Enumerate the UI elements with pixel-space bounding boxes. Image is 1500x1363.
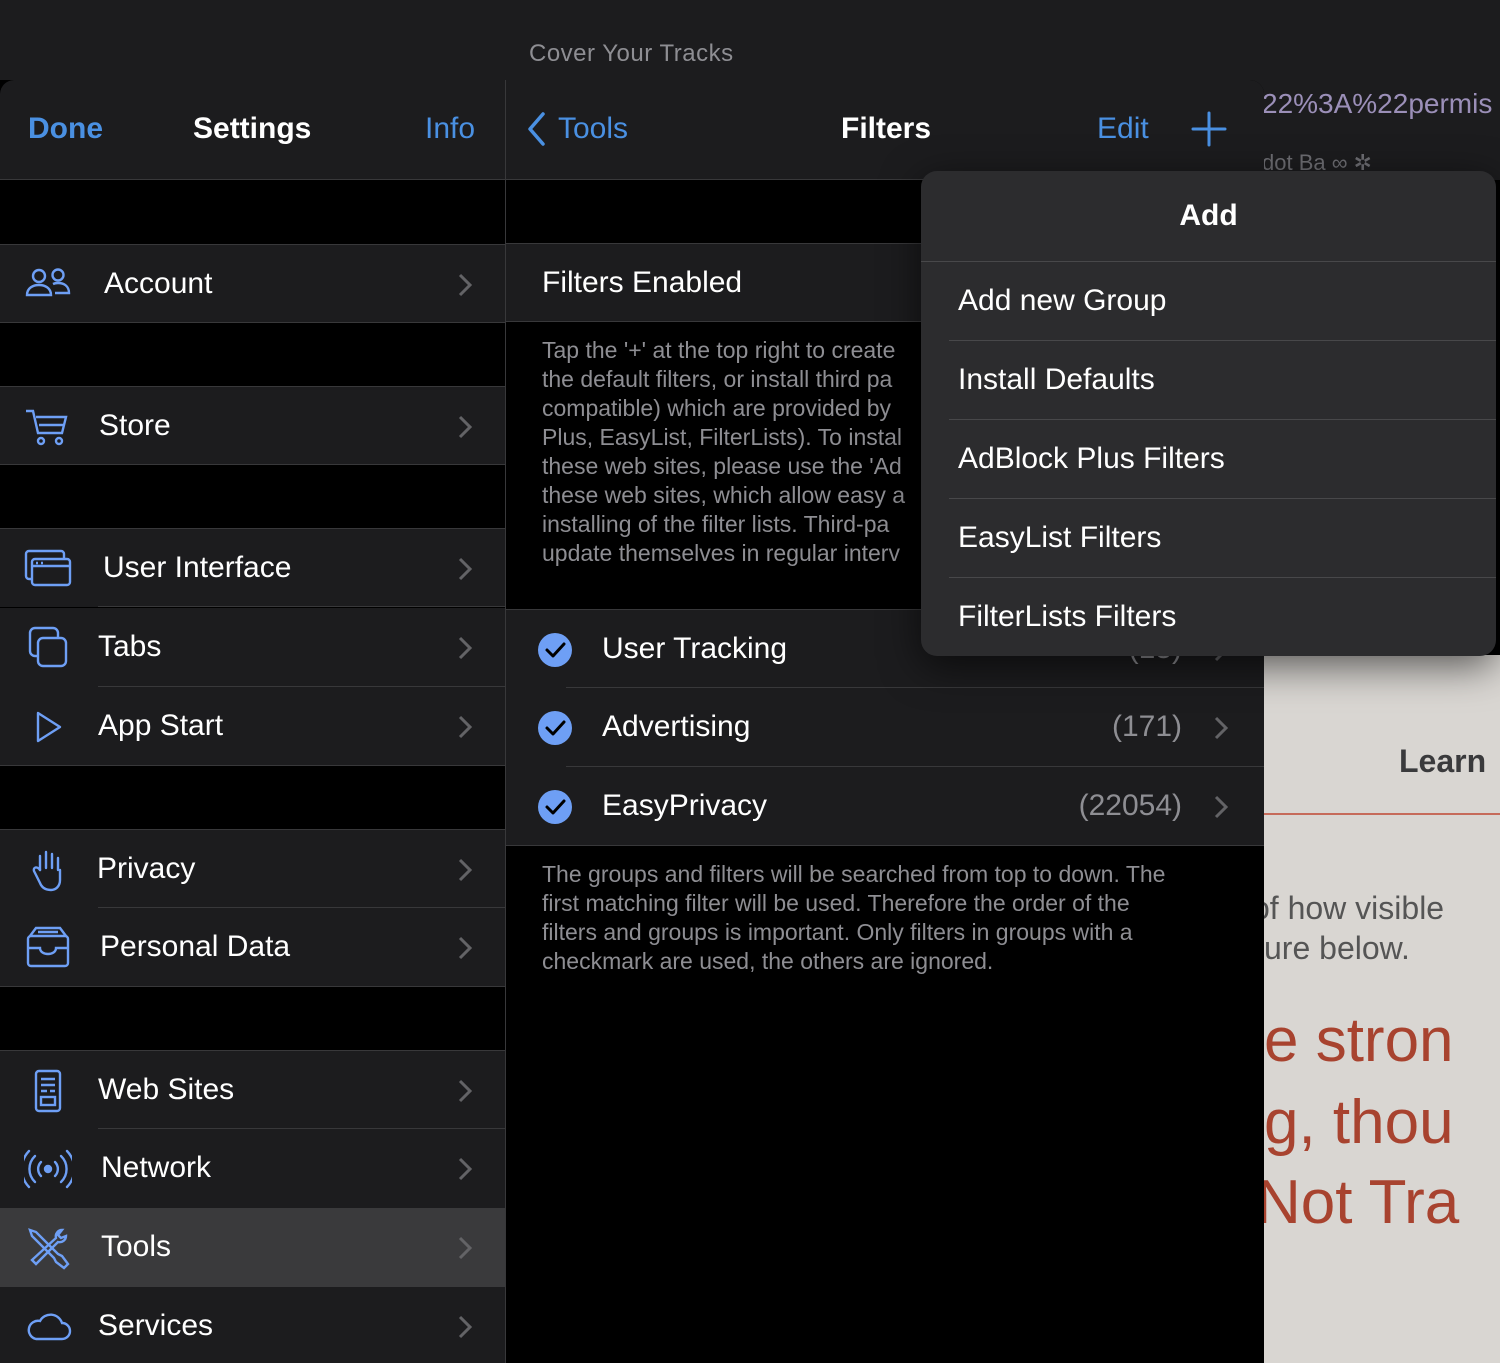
chevron-right-icon <box>458 273 473 297</box>
chevron-right-icon <box>1214 716 1229 740</box>
web-divider <box>1264 813 1500 815</box>
settings-title: Settings <box>193 112 312 145</box>
back-button[interactable]: Tools <box>526 110 628 148</box>
add-menu-header: Add <box>921 171 1496 262</box>
settings-item-label: Store <box>99 409 171 442</box>
row-separator <box>98 606 505 607</box>
filters-title: Filters <box>841 112 932 145</box>
browser-top-bar: Cover Your Tracks <box>0 0 1500 80</box>
settings-item-label: Web Sites <box>98 1073 235 1106</box>
hand-icon <box>32 850 62 892</box>
cart-icon <box>26 409 68 446</box>
settings-item-tabs[interactable]: Tabs <box>0 608 505 687</box>
filters-enabled-label: Filters Enabled <box>542 266 743 299</box>
url-text: 22%3A%22permis <box>1262 88 1493 119</box>
settings-nav-bar: Done Settings Info <box>0 80 505 180</box>
settings-item-label: Account <box>104 267 213 300</box>
filter-group-count: (22054) <box>1078 789 1182 822</box>
menu-item-add-new-group[interactable]: Add new Group <box>921 262 1496 341</box>
web-text-line: ure below. <box>1264 930 1410 966</box>
settings-item-store[interactable]: Store <box>0 386 505 465</box>
add-menu-popover: Add Add new Group Install Defaults AdBlo… <box>921 171 1496 656</box>
chevron-right-icon <box>458 1236 473 1260</box>
menu-item-easylist-filters[interactable]: EasyList Filters <box>921 499 1496 578</box>
settings-item-label: Network <box>101 1151 212 1184</box>
broadcast-icon <box>24 1149 72 1189</box>
web-text-line: of how visible <box>1264 890 1445 926</box>
filters-order-help-text: The groups and filters will be searched … <box>542 861 1166 974</box>
filter-group-row[interactable]: Advertising (171) <box>506 688 1264 767</box>
chevron-right-icon <box>1214 795 1229 819</box>
back-button-label: Tools <box>558 112 629 145</box>
settings-item-web-sites[interactable]: Web Sites <box>0 1050 505 1129</box>
edit-button[interactable]: Edit <box>1097 112 1149 146</box>
settings-item-label: Personal Data <box>100 930 291 963</box>
settings-item-label: User Interface <box>103 551 292 584</box>
chevron-right-icon <box>458 636 473 660</box>
filter-group-row[interactable]: EasyPrivacy (22054) <box>506 767 1264 846</box>
settings-panel: Done Settings Info Account Store User In… <box>0 80 505 1363</box>
settings-item-services[interactable]: Services <box>0 1287 505 1363</box>
settings-item-label: Services <box>98 1309 214 1342</box>
chevron-right-icon <box>458 858 473 882</box>
web-big-text: e stron <box>1264 1006 1454 1075</box>
checkmark-icon[interactable] <box>537 789 573 825</box>
filter-group-label: User Tracking <box>602 632 788 665</box>
settings-item-account[interactable]: Account <box>0 244 505 323</box>
chevron-right-icon <box>458 1079 473 1103</box>
menu-item-label: Add new Group <box>958 284 1167 317</box>
tools-icon <box>28 1228 70 1270</box>
play-icon <box>36 711 62 743</box>
settings-item-label: Privacy <box>97 852 196 885</box>
menu-item-label: FilterLists Filters <box>958 600 1177 633</box>
settings-item-app-start[interactable]: App Start <box>0 687 505 766</box>
cloud-icon <box>27 1313 72 1341</box>
chevron-right-icon <box>458 415 473 439</box>
filter-group-label: Advertising <box>602 710 751 743</box>
settings-item-privacy[interactable]: Privacy <box>0 829 505 908</box>
info-button[interactable]: Info <box>425 112 475 146</box>
menu-item-adblock-plus-filters[interactable]: AdBlock Plus Filters <box>921 420 1496 499</box>
settings-item-network[interactable]: Network <box>0 1129 505 1208</box>
chevron-left-icon <box>528 112 545 146</box>
settings-item-user-interface[interactable]: User Interface <box>0 528 505 607</box>
web-page-content: Learn of how visible ure below. e stron … <box>1264 655 1500 1363</box>
chevron-right-icon <box>458 1315 473 1339</box>
window-icon <box>24 549 72 587</box>
web-big-text: g, thou <box>1264 1088 1454 1157</box>
document-icon <box>34 1069 62 1113</box>
settings-item-label: Tools <box>101 1230 172 1263</box>
people-icon <box>25 268 71 297</box>
menu-item-label: Install Defaults <box>958 363 1155 396</box>
tray-icon <box>26 926 70 968</box>
tabs-icon <box>28 626 68 668</box>
menu-item-install-defaults[interactable]: Install Defaults <box>921 341 1496 420</box>
browser-url-bar[interactable]: 22%3A%22permis dot Ba ∞ ✲ <box>1250 80 1500 180</box>
chevron-right-icon <box>458 557 473 581</box>
add-plus-icon[interactable] <box>1190 110 1228 148</box>
menu-item-label: EasyList Filters <box>958 521 1162 554</box>
menu-item-filterlists-filters[interactable]: FilterLists Filters <box>921 578 1496 656</box>
chevron-right-icon <box>458 1157 473 1181</box>
chevron-right-icon <box>458 936 473 960</box>
checkmark-icon[interactable] <box>537 710 573 746</box>
web-big-text: Not Tra <box>1264 1168 1460 1237</box>
chevron-right-icon <box>458 715 473 739</box>
web-heading[interactable]: Learn <box>1399 743 1486 780</box>
add-menu-title: Add <box>1179 199 1238 232</box>
settings-item-label: App Start <box>98 709 224 742</box>
menu-item-label: AdBlock Plus Filters <box>958 442 1225 475</box>
settings-item-personal-data[interactable]: Personal Data <box>0 908 505 987</box>
done-button[interactable]: Done <box>28 112 103 146</box>
settings-item-label: Tabs <box>98 630 162 663</box>
browser-tab-title[interactable]: Cover Your Tracks <box>529 40 734 68</box>
filter-group-label: EasyPrivacy <box>602 789 768 822</box>
settings-item-tools[interactable]: Tools <box>0 1208 505 1287</box>
filters-nav-bar: Tools Filters Edit <box>506 80 1264 180</box>
checkmark-icon[interactable] <box>537 632 573 668</box>
filter-group-count: (171) <box>1111 710 1182 743</box>
